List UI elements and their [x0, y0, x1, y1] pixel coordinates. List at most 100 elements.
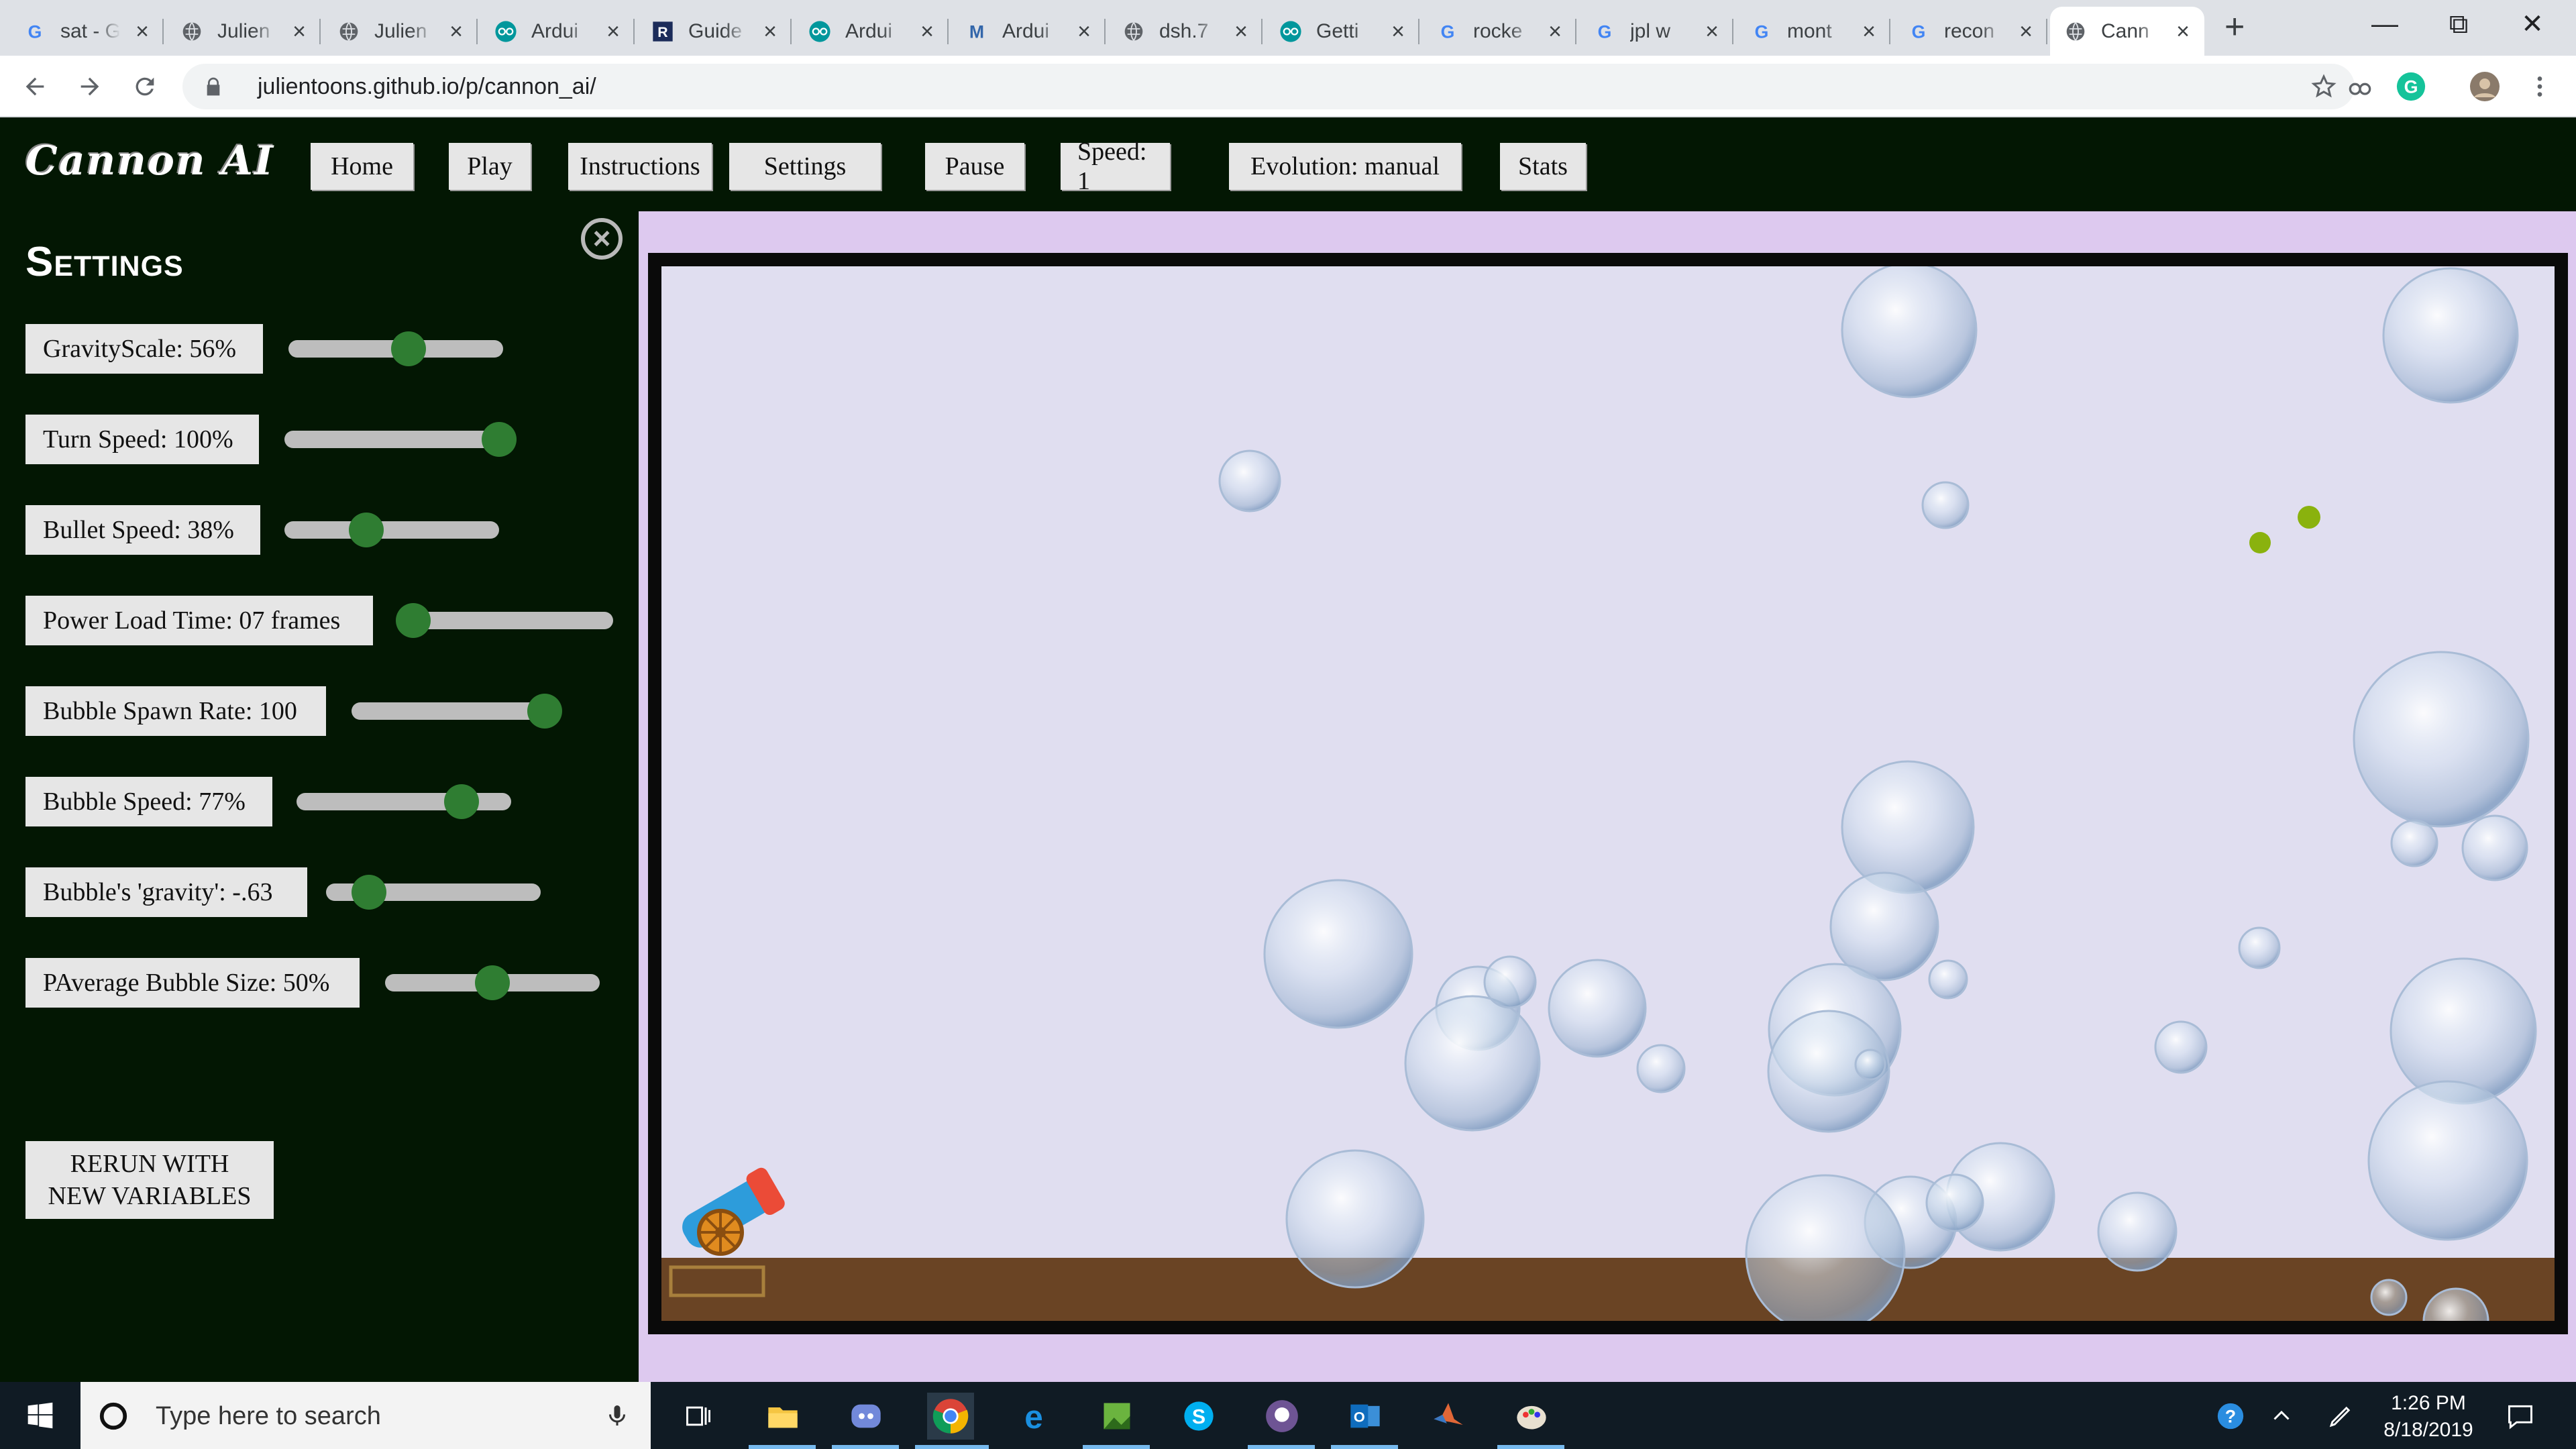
tab-close-icon[interactable]: ×	[1077, 20, 1091, 43]
nav-button-home[interactable]: Home	[311, 143, 413, 190]
rerun-button[interactable]: RERUN WITH NEW VARIABLES	[25, 1141, 274, 1219]
star-icon[interactable]	[2310, 73, 2337, 100]
tab-close-icon[interactable]: ×	[449, 20, 463, 43]
tab-separator	[947, 19, 949, 44]
tab-close-icon[interactable]: ×	[2176, 20, 2190, 43]
browser-tab[interactable]: Gjpl w ×	[1579, 7, 1733, 56]
browser-tab[interactable]: R Guide ×	[637, 7, 792, 56]
menu-button[interactable]	[2520, 66, 2560, 107]
browser-tab[interactable]: dsh.7 ×	[1108, 7, 1263, 56]
outlook-icon[interactable]: O	[1342, 1393, 1389, 1440]
slider-thumb[interactable]	[391, 331, 427, 366]
forward-button[interactable]	[70, 66, 110, 107]
browser-tab[interactable]: Grocke ×	[1422, 7, 1576, 56]
tab-close-icon[interactable]: ×	[1705, 20, 1719, 43]
file-explorer-icon[interactable]	[759, 1393, 806, 1440]
slider-thumb[interactable]	[482, 422, 517, 457]
game-area	[639, 211, 2576, 1382]
nav-button-settings[interactable]: Settings	[729, 143, 881, 190]
close-settings-icon[interactable]: ×	[581, 218, 623, 260]
system-clock[interactable]: 1:26 PM 8/18/2019	[2368, 1390, 2489, 1444]
chevron-up-icon[interactable]	[2258, 1393, 2305, 1440]
github-icon[interactable]	[1258, 1393, 1305, 1440]
game-canvas[interactable]	[661, 266, 2555, 1321]
help-icon[interactable]: ?	[2207, 1393, 2254, 1440]
address-bar[interactable]: julientoons.github.io/p/cannon_ai/	[182, 64, 2355, 109]
browser-tab[interactable]: Julien ×	[166, 7, 321, 56]
tab-close-icon[interactable]: ×	[920, 20, 934, 43]
setting-slider[interactable]	[352, 694, 562, 729]
browser-tab[interactable]: M Ardui ×	[951, 7, 1106, 56]
slider-thumb[interactable]	[475, 965, 510, 1000]
slider-thumb[interactable]	[444, 784, 480, 819]
taskbar-search-box[interactable]: Type here to search	[80, 1382, 651, 1449]
browser-tab[interactable]: Cann ×	[2050, 7, 2204, 56]
bubble	[1218, 449, 1281, 513]
paint-icon[interactable]	[1508, 1393, 1555, 1440]
slider-thumb[interactable]	[348, 513, 384, 547]
browser-tab[interactable]: Ardui ×	[480, 7, 635, 56]
slider-thumb[interactable]	[352, 875, 386, 910]
setting-slider[interactable]	[288, 331, 503, 366]
minimize-button[interactable]: —	[2348, 4, 2422, 44]
nav-button-play[interactable]: Play	[449, 143, 531, 190]
bubble	[1841, 266, 1978, 398]
tab-close-icon[interactable]: ×	[763, 20, 777, 43]
slider-track[interactable]	[284, 521, 499, 539]
tab-title: Guide	[688, 19, 743, 42]
chrome-icon[interactable]	[927, 1393, 974, 1440]
nav-button-pause[interactable]: Pause	[925, 143, 1024, 190]
slider-track[interactable]	[284, 431, 499, 448]
browser-tab[interactable]: Gsat - G ×	[9, 7, 164, 56]
browser-tab[interactable]: Getti ×	[1265, 7, 1419, 56]
back-button[interactable]	[15, 66, 55, 107]
photo-editor-icon[interactable]	[1093, 1393, 1140, 1440]
svg-text:O: O	[1354, 1409, 1365, 1426]
browser-tab[interactable]: Ardui ×	[794, 7, 949, 56]
restore-button[interactable]: ⧉	[2422, 4, 2496, 44]
tab-close-icon[interactable]: ×	[1548, 20, 1562, 43]
nav-button-instructions[interactable]: Instructions	[568, 143, 712, 190]
start-button[interactable]	[0, 1382, 80, 1449]
browser-tab[interactable]: Gmont ×	[1736, 7, 1890, 56]
browser-tab[interactable]: Julien ×	[323, 7, 478, 56]
tab-close-icon[interactable]: ×	[136, 20, 149, 43]
microphone-icon[interactable]	[605, 1402, 629, 1429]
tab-close-icon[interactable]: ×	[606, 20, 620, 43]
slider-thumb[interactable]	[527, 694, 562, 729]
tab-close-icon[interactable]: ×	[1234, 20, 1248, 43]
setting-slider[interactable]	[284, 422, 517, 457]
extension-icon[interactable]	[2340, 66, 2380, 107]
slider-track[interactable]	[352, 702, 553, 720]
setting-slider[interactable]	[396, 603, 613, 638]
task-view-icon[interactable]	[675, 1393, 722, 1440]
pen-icon[interactable]	[2317, 1393, 2364, 1440]
app-logo[interactable]: Cannon AI	[25, 138, 274, 184]
browser-tab[interactable]: Grecon ×	[1893, 7, 2047, 56]
grammarly-extension[interactable]: G	[2391, 66, 2431, 107]
close-window-button[interactable]: ✕	[2496, 4, 2569, 44]
reload-button[interactable]	[125, 66, 165, 107]
tab-close-icon[interactable]: ×	[1862, 20, 1876, 43]
tab-close-icon[interactable]: ×	[2019, 20, 2033, 43]
notification-icon[interactable]	[2497, 1393, 2544, 1440]
edge-icon[interactable]: e	[1010, 1393, 1057, 1440]
setting-slider[interactable]	[284, 513, 499, 547]
slider-thumb[interactable]	[396, 603, 431, 638]
tab-close-icon[interactable]: ×	[292, 20, 306, 43]
bubble	[1745, 1174, 1906, 1321]
new-tab-button[interactable]: +	[2224, 9, 2245, 44]
nav-button-evolution-manual[interactable]: Evolution: manual	[1229, 143, 1461, 190]
skype-icon[interactable]: S	[1175, 1393, 1222, 1440]
tab-close-icon[interactable]: ×	[1391, 20, 1405, 43]
setting-slider[interactable]	[385, 965, 600, 1000]
setting-slider[interactable]	[297, 784, 511, 819]
setting-label: Turn Speed: 100%	[25, 415, 259, 464]
matlab-icon[interactable]	[1425, 1393, 1472, 1440]
discord-icon[interactable]	[843, 1393, 890, 1440]
nav-button-stats[interactable]: Stats	[1500, 143, 1586, 190]
nav-button-speed-1[interactable]: Speed: 1	[1061, 138, 1170, 195]
setting-slider[interactable]	[326, 875, 541, 910]
google-icon: G	[1750, 19, 1774, 44]
profile-avatar[interactable]	[2465, 66, 2505, 107]
